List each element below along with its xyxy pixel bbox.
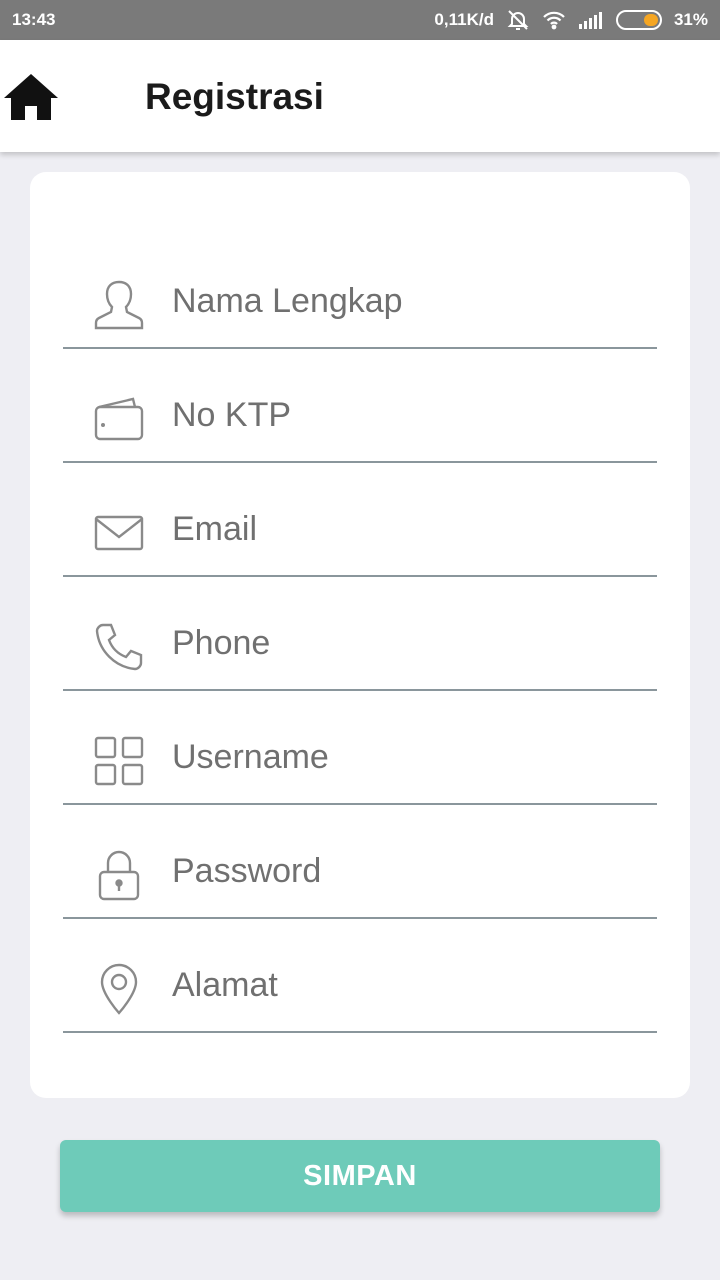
page-title: Registrasi [145, 76, 324, 117]
wallet-icon [91, 391, 147, 447]
registration-form-card: Nama Lengkap No KTP Email Phone Username… [30, 172, 690, 1098]
home-button[interactable] [0, 70, 62, 124]
address-field[interactable]: Alamat [63, 919, 657, 1033]
username-placeholder: Username [172, 738, 329, 776]
email-placeholder: Email [172, 510, 258, 548]
location-pin-icon [91, 961, 147, 1017]
status-icons: 0,11K/d 31% [434, 8, 708, 32]
ktp-number-placeholder: No KTP [172, 396, 292, 434]
lock-icon [91, 847, 147, 903]
ktp-number-field[interactable]: No KTP [63, 349, 657, 463]
battery-icon [615, 10, 662, 30]
save-button[interactable]: SIMPAN [60, 1140, 660, 1212]
phone-field[interactable]: Phone [63, 577, 657, 691]
battery-indicator [615, 10, 662, 30]
network-speed: 0,11K/d [434, 10, 494, 29]
battery-fill [643, 14, 658, 26]
app-bar: Registrasi [0, 40, 720, 152]
envelope-icon [91, 505, 147, 561]
address-placeholder: Alamat [172, 966, 278, 1004]
signal-icon [578, 11, 604, 29]
password-field[interactable]: Password [63, 805, 657, 919]
full-name-field[interactable]: Nama Lengkap [63, 235, 657, 349]
email-field[interactable]: Email [63, 463, 657, 577]
phone-placeholder: Phone [172, 624, 271, 662]
person-icon [91, 277, 147, 333]
wifi-icon [542, 10, 566, 30]
username-field[interactable]: Username [63, 691, 657, 805]
full-name-placeholder: Nama Lengkap [172, 282, 403, 320]
mute-alarm-icon [506, 8, 530, 32]
phone-icon [91, 619, 147, 675]
battery-percent: 31% [673, 10, 708, 29]
status-bar: 13:43 0,11K/d 31% [0, 0, 720, 40]
status-time: 13:43 [12, 10, 56, 29]
home-icon [0, 74, 62, 128]
password-placeholder: Password [172, 852, 322, 890]
grid-icon [91, 733, 147, 789]
